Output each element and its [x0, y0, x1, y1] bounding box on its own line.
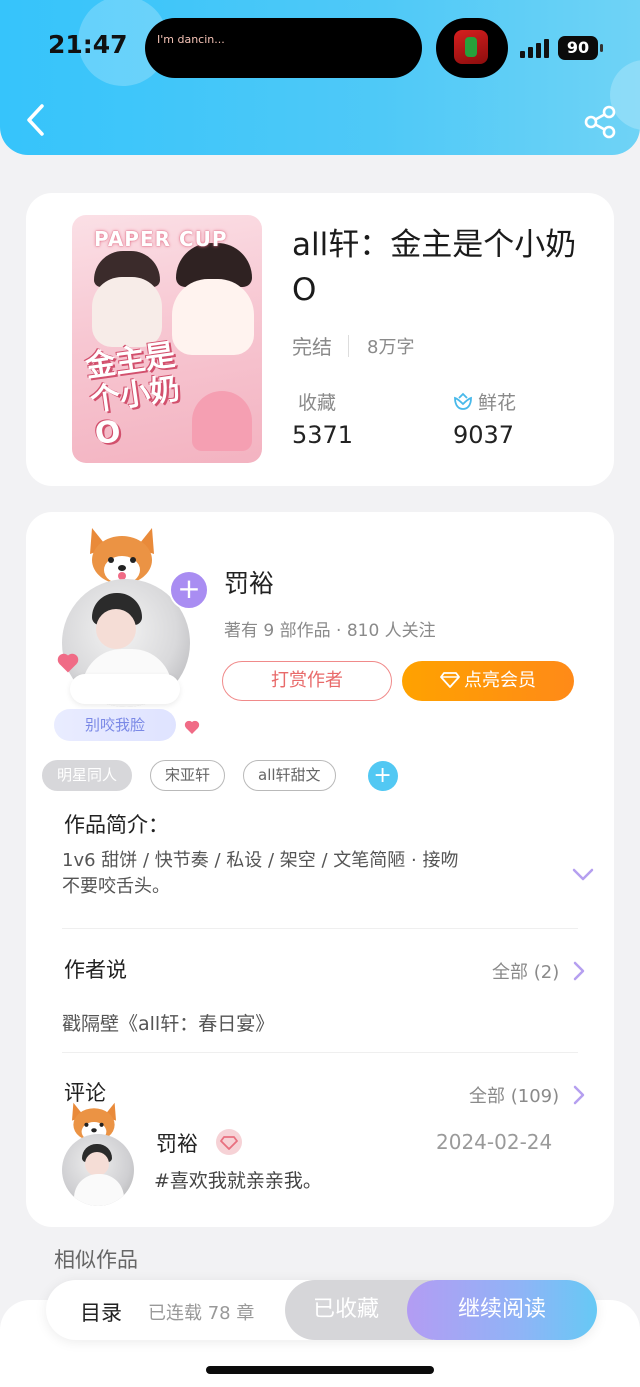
book-meta: 完结 8万字 [292, 331, 414, 360]
author-says-text[interactable]: 戳隔壁《all轩：春日宴》 [62, 1009, 274, 1036]
vip-label: 点亮会员 [464, 670, 536, 691]
back-button[interactable] [22, 102, 52, 138]
tag-list: 明星同人 宋亚轩 all轩甜文 + [42, 760, 398, 791]
author-says-more-label: 全部 (2) [492, 962, 560, 983]
word-count: 8万字 [367, 336, 415, 358]
comment-date: 2024-02-24 [436, 1130, 553, 1154]
flower-count: 9037 [453, 421, 515, 449]
author-name[interactable]: 罚裕 [224, 564, 274, 600]
dynamic-island-media[interactable]: I'm dancin... [145, 18, 422, 78]
book-status: 完结 [292, 335, 332, 359]
similar-works-title: 相似作品 [54, 1248, 138, 1272]
vip-badge-icon [216, 1129, 242, 1155]
share-icon [584, 105, 616, 139]
collected-label: 已收藏 [312, 1297, 379, 1322]
author-avatar-group[interactable]: + 别咬我脸 [54, 524, 209, 741]
work-details-card: + 别咬我脸 罚裕 著有 9 部作品 · 810 人关注 打赏作者 点亮会员 明… [26, 512, 614, 1227]
heart-sticker-icon [186, 722, 198, 734]
flower-label: 鲜花 [478, 392, 517, 414]
author-says-title: 作者说 [64, 958, 127, 982]
commenter-avatar[interactable] [56, 1100, 136, 1210]
comments-more-label: 全部 (109) [469, 1086, 560, 1107]
flower-stat[interactable]: 鲜花 [452, 388, 516, 415]
cover-art-text: 金主是个小奶O [83, 337, 183, 453]
divider [348, 334, 349, 357]
chevron-right-icon [573, 961, 585, 981]
cloud-sticker [70, 674, 180, 704]
book-cover[interactable]: PAPER CUP 金主是个小奶O [72, 215, 262, 463]
follow-author-button[interactable]: + [169, 570, 209, 610]
cellular-signal-icon [520, 38, 550, 58]
book-info-card: PAPER CUP 金主是个小奶O all轩：金主是个小奶O 完结 8万字 收藏… [26, 193, 614, 486]
dynamic-island-album[interactable] [436, 18, 508, 78]
share-button[interactable] [582, 104, 618, 140]
author-says-more-link[interactable]: 全部 (2) [492, 958, 585, 984]
tag-chip[interactable]: 明星同人 [42, 760, 133, 791]
home-indicator[interactable] [206, 1366, 434, 1374]
comments-more-link[interactable]: 全部 (109) [469, 1082, 585, 1108]
battery-indicator: 90 [558, 36, 603, 60]
author-stats: 著有 9 部作品 · 810 人关注 [224, 621, 436, 641]
header-bar: 21:47 I'm dancin... 90 [0, 0, 640, 155]
add-tag-button[interactable]: + [367, 760, 398, 791]
collect-label: 收藏 [298, 392, 337, 414]
tag-chip[interactable]: 宋亚轩 [150, 760, 226, 791]
author-nickname-tag: 别咬我脸 [54, 709, 176, 741]
chevron-left-icon [27, 104, 44, 136]
divider [62, 928, 578, 929]
activate-vip-button[interactable]: 点亮会员 [402, 661, 574, 701]
continue-reading-button[interactable]: 继续阅读 [407, 1280, 597, 1340]
album-art-icon [454, 30, 488, 64]
reading-action-bar: 目录 已连载 78 章 已收藏 继续阅读 [46, 1280, 597, 1340]
intro-text: 1v6 甜饼 / 快节奏 / 私设 / 架空 / 文笔简陋 · 接吻不要咬舌头。 [62, 850, 459, 897]
comment-text: #喜欢我就亲亲我。 [154, 1170, 322, 1192]
chevron-down-icon[interactable] [572, 868, 594, 882]
divider [62, 1052, 578, 1053]
flower-icon [454, 392, 472, 410]
chapter-count: 已连载 78 章 [148, 1303, 255, 1324]
now-playing-text: I'm dancin... [157, 33, 225, 46]
cover-title-text: PAPER CUP [94, 227, 228, 251]
status-time: 21:47 [48, 30, 128, 59]
book-title: all轩：金主是个小奶O [292, 227, 577, 308]
collect-count: 5371 [292, 421, 354, 449]
reward-author-button[interactable]: 打赏作者 [222, 661, 392, 701]
comment-username[interactable]: 罚裕 [156, 1128, 198, 1158]
chevron-right-icon [573, 1085, 585, 1105]
table-of-contents-button[interactable]: 目录 [80, 1297, 122, 1327]
diamond-icon [440, 672, 460, 688]
intro-title: 作品简介： [64, 813, 169, 837]
tag-chip[interactable]: all轩甜文 [243, 760, 336, 791]
